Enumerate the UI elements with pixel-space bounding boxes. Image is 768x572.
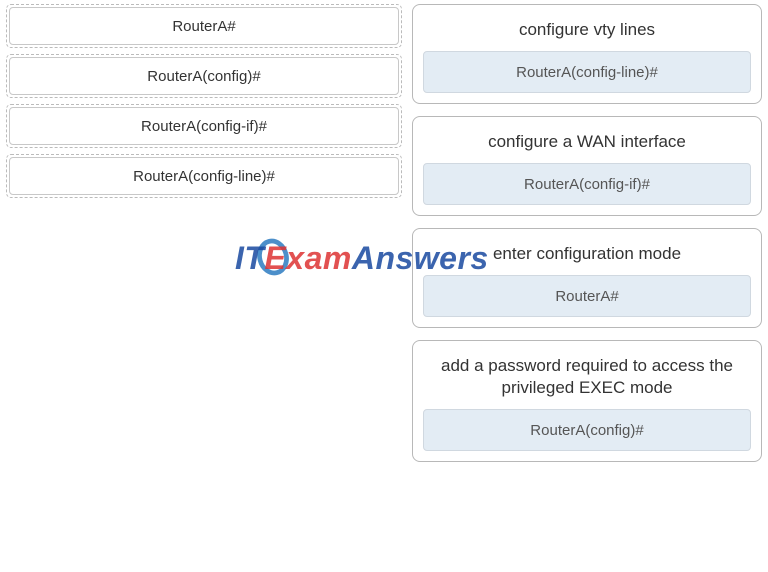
matching-question: RouterA# RouterA(config)# RouterA(config… xyxy=(0,0,768,572)
drop-zone[interactable]: RouterA(config-if)# xyxy=(423,163,751,205)
source-slot: RouterA(config)# xyxy=(6,54,402,98)
target-card: configure a WAN interface RouterA(config… xyxy=(412,116,762,216)
source-slot: RouterA(config-line)# xyxy=(6,154,402,198)
drop-zone[interactable]: RouterA(config-line)# xyxy=(423,51,751,93)
target-label: configure a WAN interface xyxy=(423,123,751,163)
draggable-prompt[interactable]: RouterA(config-line)# xyxy=(9,157,399,195)
target-card: enter configuration mode RouterA# xyxy=(412,228,762,328)
drop-zone[interactable]: RouterA(config)# xyxy=(423,409,751,451)
target-label: configure vty lines xyxy=(423,11,751,51)
target-column: configure vty lines RouterA(config-line)… xyxy=(412,4,762,568)
target-card: configure vty lines RouterA(config-line)… xyxy=(412,4,762,104)
target-card: add a password required to access the pr… xyxy=(412,340,762,462)
source-slot: RouterA# xyxy=(6,4,402,48)
target-label: enter configuration mode xyxy=(423,235,751,275)
target-label: add a password required to access the pr… xyxy=(423,347,751,409)
draggable-prompt[interactable]: RouterA(config-if)# xyxy=(9,107,399,145)
draggable-prompt[interactable]: RouterA# xyxy=(9,7,399,45)
draggable-prompt[interactable]: RouterA(config)# xyxy=(9,57,399,95)
source-column: RouterA# RouterA(config)# RouterA(config… xyxy=(6,4,402,568)
source-slot: RouterA(config-if)# xyxy=(6,104,402,148)
drop-zone[interactable]: RouterA# xyxy=(423,275,751,317)
